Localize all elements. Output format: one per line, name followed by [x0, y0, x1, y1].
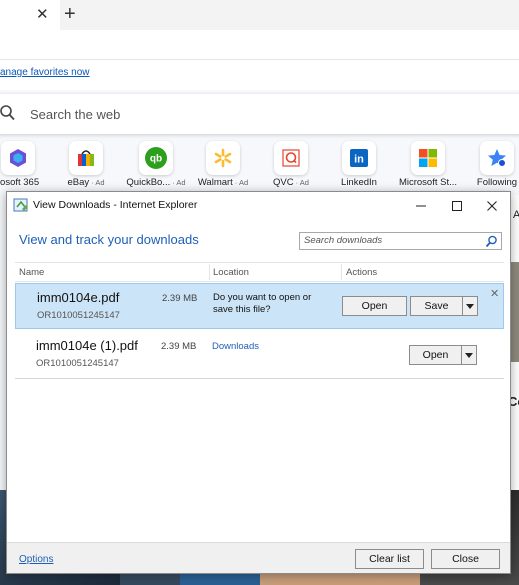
download-location-link[interactable]: Downloads: [212, 341, 259, 352]
dialog-heading: View and track your downloads: [19, 232, 199, 247]
web-search-placeholder: Search the web: [30, 107, 121, 122]
linkedin-icon: in: [342, 141, 376, 175]
quickbooks-logo-text: qb: [150, 154, 162, 165]
column-header-name[interactable]: Name: [19, 267, 44, 278]
open-button[interactable]: Open: [409, 345, 462, 365]
browser-tab[interactable]: ✕: [0, 0, 60, 30]
dismiss-download-icon[interactable]: ✕: [490, 287, 499, 300]
column-separator: [341, 264, 342, 280]
close-icon: [487, 200, 497, 211]
tile-label-walmart: Walmart: [197, 177, 233, 188]
minimize-button[interactable]: [403, 192, 439, 219]
clear-list-button[interactable]: Clear list: [355, 549, 424, 569]
close-button[interactable]: Close: [431, 549, 500, 569]
qvc-icon: [274, 141, 308, 175]
save-button[interactable]: Save: [410, 296, 463, 316]
tile-label-microsoft-store: Microsoft St...: [398, 177, 458, 188]
column-separator: [209, 264, 210, 280]
open-button[interactable]: Open: [342, 296, 407, 316]
feed-peek-image: [510, 262, 519, 362]
downloads-window-icon: [13, 198, 28, 212]
close-tab-icon[interactable]: ✕: [36, 6, 49, 24]
search-downloads-placeholder: Search downloads: [304, 235, 383, 246]
manage-favorites-link[interactable]: anage favorites now: [0, 67, 90, 78]
dialog-title: View Downloads - Internet Explorer: [33, 199, 198, 211]
walmart-spark-icon: [206, 141, 240, 175]
tile-label-microsoft-365: rosoft 365: [0, 177, 40, 188]
download-row[interactable]: imm0104e (1).pdf OR1010051245147 2.39 MB…: [15, 332, 504, 379]
save-options-dropdown[interactable]: [462, 296, 478, 316]
tile-label-linkedin: LinkedIn: [341, 177, 377, 188]
quickbooks-icon: qb: [139, 141, 173, 175]
minimize-icon: [416, 205, 426, 206]
download-source: OR1010051245147: [36, 358, 119, 369]
close-window-button[interactable]: [474, 192, 510, 219]
maximize-button[interactable]: [439, 192, 475, 219]
new-tab-icon[interactable]: +: [64, 3, 76, 25]
tab-strip: ✕ +: [0, 0, 519, 30]
download-prompt: Do you want to open or save this file?: [213, 292, 312, 315]
browser-toolbar: [0, 30, 519, 60]
tile-following[interactable]: Following: [462, 141, 519, 196]
download-row[interactable]: imm0104e.pdf OR1010051245147 2.39 MB Do …: [15, 283, 504, 329]
download-size: 2.39 MB: [162, 293, 198, 304]
feed-peek-text: A: [513, 209, 519, 221]
view-downloads-dialog: View Downloads - Internet Explorer View …: [6, 191, 511, 574]
microsoft-store-icon: [411, 141, 445, 175]
dialog-footer: Options Clear list Close: [7, 542, 510, 573]
open-options-dropdown[interactable]: [461, 345, 477, 365]
search-icon[interactable]: [485, 235, 498, 248]
tile-label-ebay: eBay: [67, 177, 90, 188]
search-icon: [0, 105, 15, 121]
download-filename: imm0104e (1).pdf: [36, 338, 138, 353]
tile-label-qvc: QVC: [273, 177, 294, 188]
download-filename: imm0104e.pdf: [37, 290, 120, 305]
tile-ad-qvc: · Ad: [295, 178, 309, 187]
download-size: 2.39 MB: [161, 341, 197, 352]
following-star-icon: [480, 141, 514, 175]
tile-ad-ebay: · Ad: [91, 178, 105, 187]
search-downloads-input[interactable]: Search downloads: [299, 232, 502, 250]
dialog-titlebar[interactable]: View Downloads - Internet Explorer: [7, 192, 510, 219]
download-source: OR1010051245147: [37, 310, 120, 321]
tile-label-quickbooks: QuickBo...: [126, 177, 171, 188]
column-header-location[interactable]: Location: [213, 267, 249, 278]
tile-label-following: Following: [476, 177, 518, 188]
column-header-row: [15, 262, 504, 282]
chevron-down-icon: [465, 352, 473, 358]
ebay-bag-icon: [69, 141, 103, 175]
maximize-icon: [452, 200, 462, 211]
linkedin-logo-text: in: [354, 154, 364, 166]
options-link[interactable]: Options: [19, 554, 53, 565]
chevron-down-icon: [466, 303, 474, 309]
column-header-actions[interactable]: Actions: [346, 267, 377, 278]
microsoft-365-icon: [1, 141, 35, 175]
